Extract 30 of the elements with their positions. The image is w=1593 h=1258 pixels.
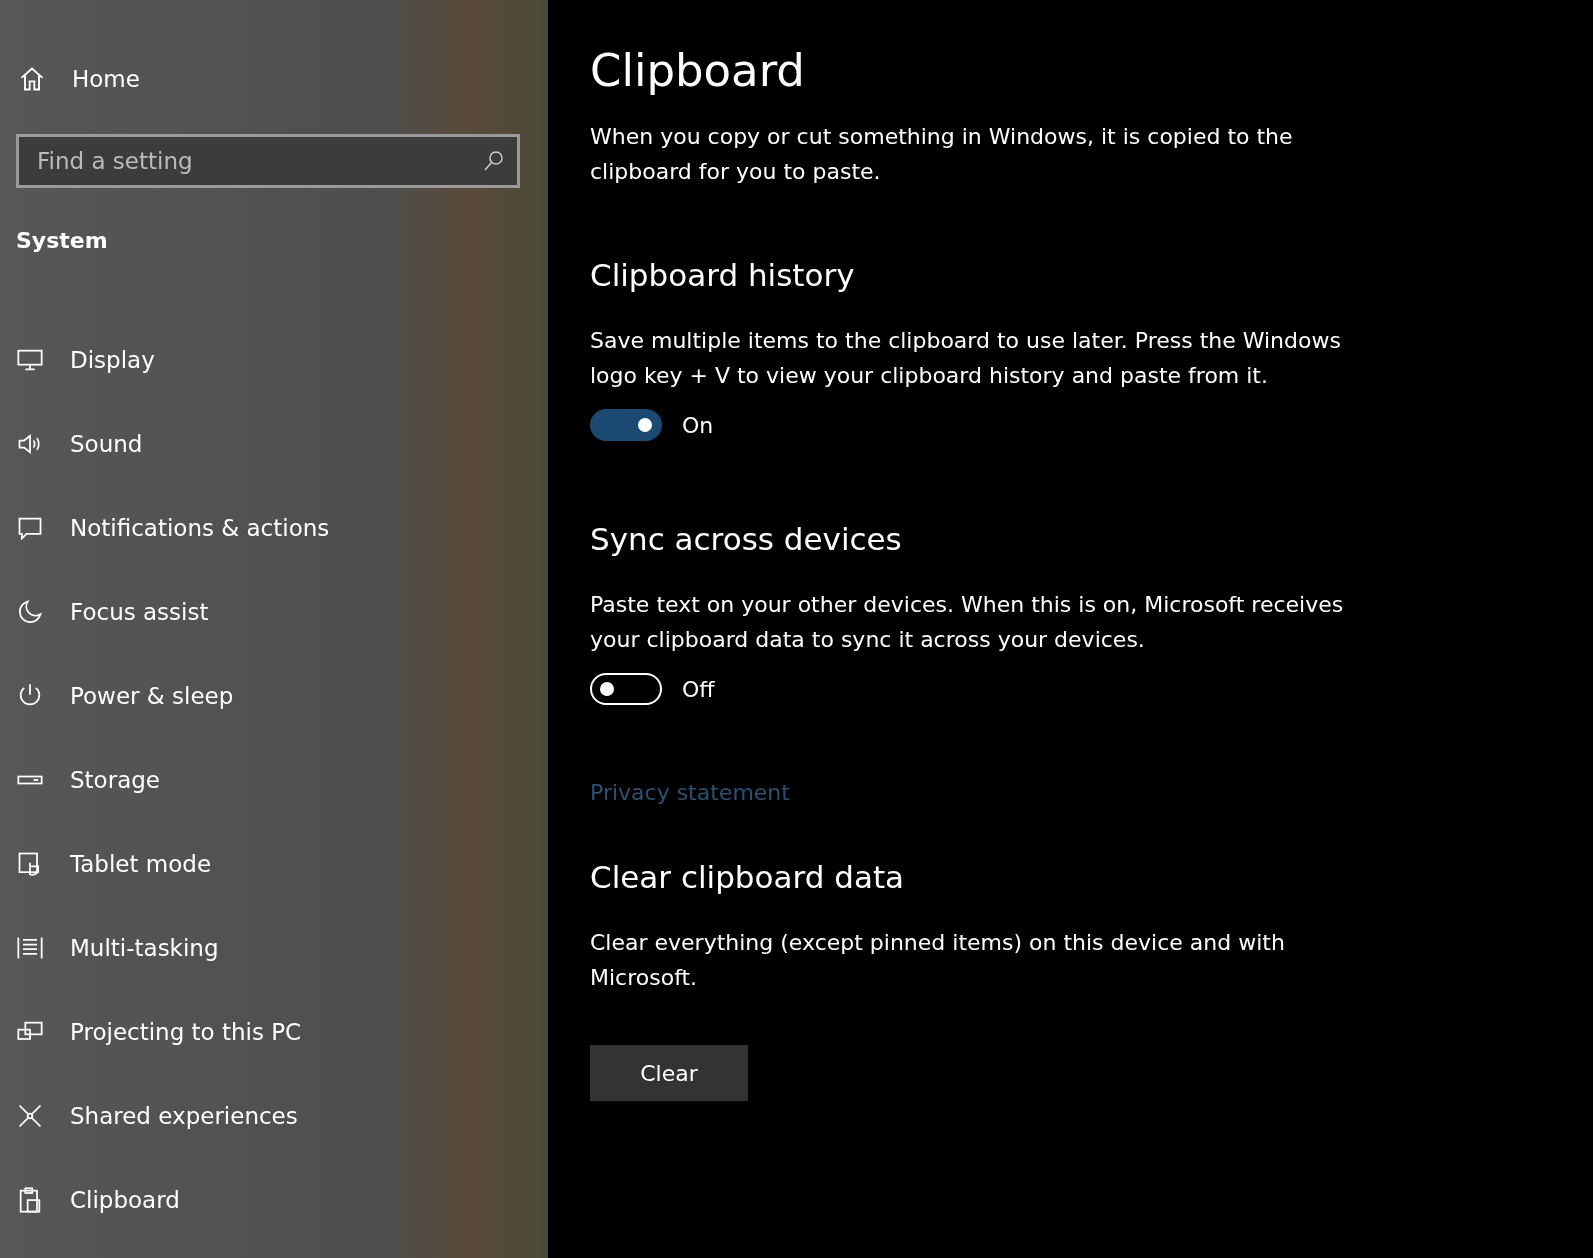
sidebar-item[interactable]: Clipboard [16,1158,548,1242]
section-heading: System [16,228,109,253]
intro-text: When you copy or cut something in Windows, it is copied to the clipboard for you to paste. [590,123,1294,186]
toggle-label: On [682,412,714,438]
sidebar-item[interactable]: Sound [16,402,548,486]
home-link[interactable]: Home [16,60,548,98]
section-heading: Clipboard history [590,257,856,293]
moon-icon [16,598,44,626]
sidebar-item[interactable]: Focus assist [16,570,548,654]
home-icon [18,65,46,93]
description-text: Save multiple items to the clipboard to use later. Press the Windows logo key + V to view your clipboard history and paste from it. [590,327,1342,390]
section-heading: Clear clipboard data [590,859,906,895]
description-text: Clear everything (except pinned items) on this device and with Microsoft. [590,929,1286,992]
sidebar-item[interactable]: Notifications & actions [16,486,548,570]
network-icon [16,1102,44,1130]
sidebar-item[interactable]: Display [16,318,548,402]
search-icon [482,149,506,173]
sidebar-item[interactable]: Multi-tasking [16,906,548,990]
search-field[interactable]: Find a setting [16,134,520,188]
sidebar-item[interactable]: Storage [16,738,548,822]
toggle-switch[interactable] [590,409,662,441]
sidebar-item[interactable]: Projecting to this PC [16,990,548,1074]
sidebar-item[interactable]: Shared experiences [16,1074,548,1158]
description-text: Paste text on your other devices. When this is on, Microsoft receives your clipboard data to sync it across your devices. [590,591,1345,654]
section-heading: Sync across devices [590,521,903,557]
page-title: Clipboard [590,44,806,97]
sidebar-item[interactable]: Tablet mode [16,822,548,906]
toggle-label: Off [682,676,715,702]
clear-button[interactable]: Clear [590,1045,748,1101]
sidebar-item[interactable]: Power & sleep [16,654,548,738]
